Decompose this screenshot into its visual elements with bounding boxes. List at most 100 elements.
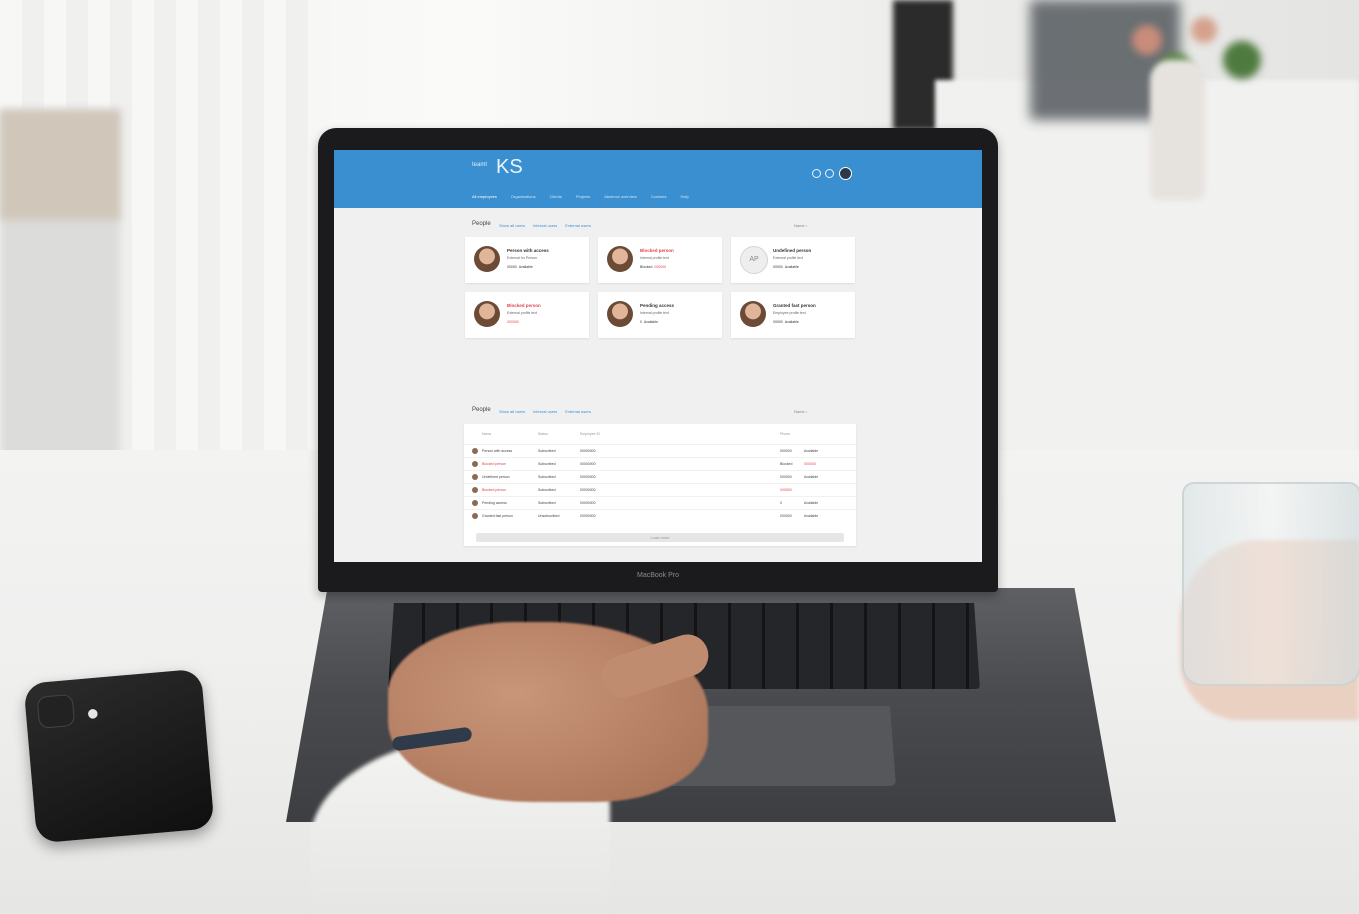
avatar <box>474 246 500 272</box>
row-phone: 000000 <box>780 449 792 453</box>
vase <box>1150 60 1205 200</box>
person-name: Blocked person <box>507 303 541 308</box>
cabinet <box>935 80 1359 460</box>
row-availability: Available <box>804 449 819 453</box>
row-name: Blocked person <box>482 488 507 492</box>
row-availability: Available <box>804 514 819 518</box>
person-card[interactable]: AP Undefined person External profile tex… <box>731 237 855 283</box>
phone-camera <box>36 693 76 729</box>
sort-dropdown[interactable]: Name ↓ <box>794 223 808 228</box>
row-id: 00000000 <box>580 462 596 466</box>
filter-external-users[interactable]: External users <box>565 409 591 414</box>
row-name: Granted fast person <box>482 514 513 518</box>
table-row[interactable]: Undefined person Subscribed 00000000 000… <box>464 470 856 484</box>
laptop-model-label: MacBook Pro <box>636 572 680 579</box>
row-status: Subscribed <box>538 488 556 492</box>
person-meta: Blocked 000000 <box>640 265 667 269</box>
column-header-name[interactable]: Name <box>482 432 491 436</box>
table-row[interactable]: Blocked person Subscribed 00000000 Block… <box>464 457 856 471</box>
avatar <box>740 301 766 327</box>
row-availability: Available <box>804 501 819 505</box>
sort-dropdown[interactable]: Name ↓ <box>794 409 808 414</box>
people-list-filters: Show all users Internal users External u… <box>499 409 591 414</box>
column-header-phone[interactable]: Phone <box>780 432 790 436</box>
people-card-filters: Show all users Internal users External u… <box>499 223 591 228</box>
row-id: 00000000 <box>580 501 596 505</box>
filter-all-users[interactable]: Show all users <box>499 223 525 228</box>
row-phone: 000000 <box>780 488 792 492</box>
nav-item-contacts[interactable]: Contacts <box>651 194 667 202</box>
table-row[interactable]: Blocked person Subscribed 00000000 00000… <box>464 483 856 497</box>
person-subtitle: Internal profile text <box>640 311 669 315</box>
row-phone: 000000 <box>780 475 792 479</box>
person-subtitle: External profile text <box>507 311 537 315</box>
column-header-status[interactable]: Status <box>538 432 548 436</box>
people-table: Name Status Employee ID Phone Person wit… <box>464 424 856 546</box>
photo-scene: ● MacBook Pro teamt KS All employees Org… <box>0 0 1359 914</box>
row-phone: Blocked <box>780 462 793 466</box>
row-name: Undefined person <box>482 475 510 479</box>
user-avatar[interactable] <box>839 167 852 180</box>
nav-item-clients[interactable]: Clients <box>550 194 562 202</box>
avatar <box>607 246 633 272</box>
avatar <box>607 301 633 327</box>
brand-logo: KS <box>496 156 523 178</box>
search-icon[interactable] <box>812 169 821 178</box>
avatar <box>472 474 478 480</box>
filter-internal-users[interactable]: Internal users <box>533 223 557 228</box>
filter-all-users[interactable]: Show all users <box>499 409 525 414</box>
person-name: Granted fast person <box>773 303 816 308</box>
row-status: Subscribed <box>538 475 556 479</box>
row-status: Subscribed <box>538 449 556 453</box>
avatar <box>472 500 478 506</box>
filter-external-users[interactable]: External users <box>565 223 591 228</box>
nav-item-projects[interactable]: Projects <box>576 194 590 202</box>
apple-logo-icon: ● <box>85 699 101 726</box>
sofa-cushion <box>0 110 120 220</box>
row-status: Subscribed <box>538 501 556 505</box>
column-header-id[interactable]: Employee ID <box>580 432 600 436</box>
table-row[interactable]: Granted fast person Unsubscribed 0000000… <box>464 509 856 523</box>
people-cards-title: People <box>472 221 491 227</box>
person-card[interactable]: Granted fast person Employee profile tex… <box>731 292 855 338</box>
water-glass <box>1182 482 1359 686</box>
person-subtitle: Employee profile text <box>773 311 806 315</box>
nav-item-absence[interactable]: Absence overview <box>604 194 636 202</box>
row-phone: 0 <box>780 501 782 505</box>
row-name: Blocked person <box>482 462 507 466</box>
table-row[interactable]: Person with access Subscribed 00000000 0… <box>464 444 856 458</box>
person-subtitle: Internal profile text <box>640 256 669 260</box>
table-row[interactable]: Pending access Subscribed 00000000 0 Ava… <box>464 496 856 510</box>
smartphone: ● <box>23 668 215 844</box>
avatar-initials: AP <box>740 246 768 274</box>
person-card[interactable]: Pending access Internal profile text 0 A… <box>598 292 722 338</box>
row-status: Unsubscribed <box>538 514 560 518</box>
person-card[interactable]: Blocked person External profile text 000… <box>465 292 589 338</box>
person-card[interactable]: Person with access External for Person 0… <box>465 237 589 283</box>
row-status: Subscribed <box>538 462 556 466</box>
avatar <box>472 448 478 454</box>
row-id: 00000000 <box>580 488 596 492</box>
person-name: Person with access <box>507 248 549 253</box>
app-header: teamt KS All employees Organizations Cli… <box>334 150 982 208</box>
laptop-screen: teamt KS All employees Organizations Cli… <box>334 150 982 562</box>
nav-item-help[interactable]: Help <box>681 194 689 202</box>
brand-prefix: teamt <box>472 162 488 168</box>
row-availability: Available <box>804 475 819 479</box>
notification-icon[interactable] <box>825 169 834 178</box>
person-card[interactable]: Blocked person Internal profile text Blo… <box>598 237 722 283</box>
row-id: 00000000 <box>580 475 596 479</box>
nav-item-all-employees[interactable]: All employees <box>472 194 497 202</box>
person-name: Pending access <box>640 303 675 308</box>
load-more-button[interactable]: Load more <box>476 533 844 542</box>
filter-internal-users[interactable]: Internal users <box>533 409 557 414</box>
person-subtitle: External for Person <box>507 256 537 260</box>
person-meta: 00000 Available <box>507 265 533 269</box>
avatar <box>472 461 478 467</box>
row-availability: 000000 <box>804 462 816 466</box>
row-name: Pending access <box>482 501 507 505</box>
avatar <box>474 301 500 327</box>
nav-item-organizations[interactable]: Organizations <box>511 194 536 202</box>
row-phone: 000000 <box>780 514 792 518</box>
person-meta: 00000 Available <box>773 265 799 269</box>
